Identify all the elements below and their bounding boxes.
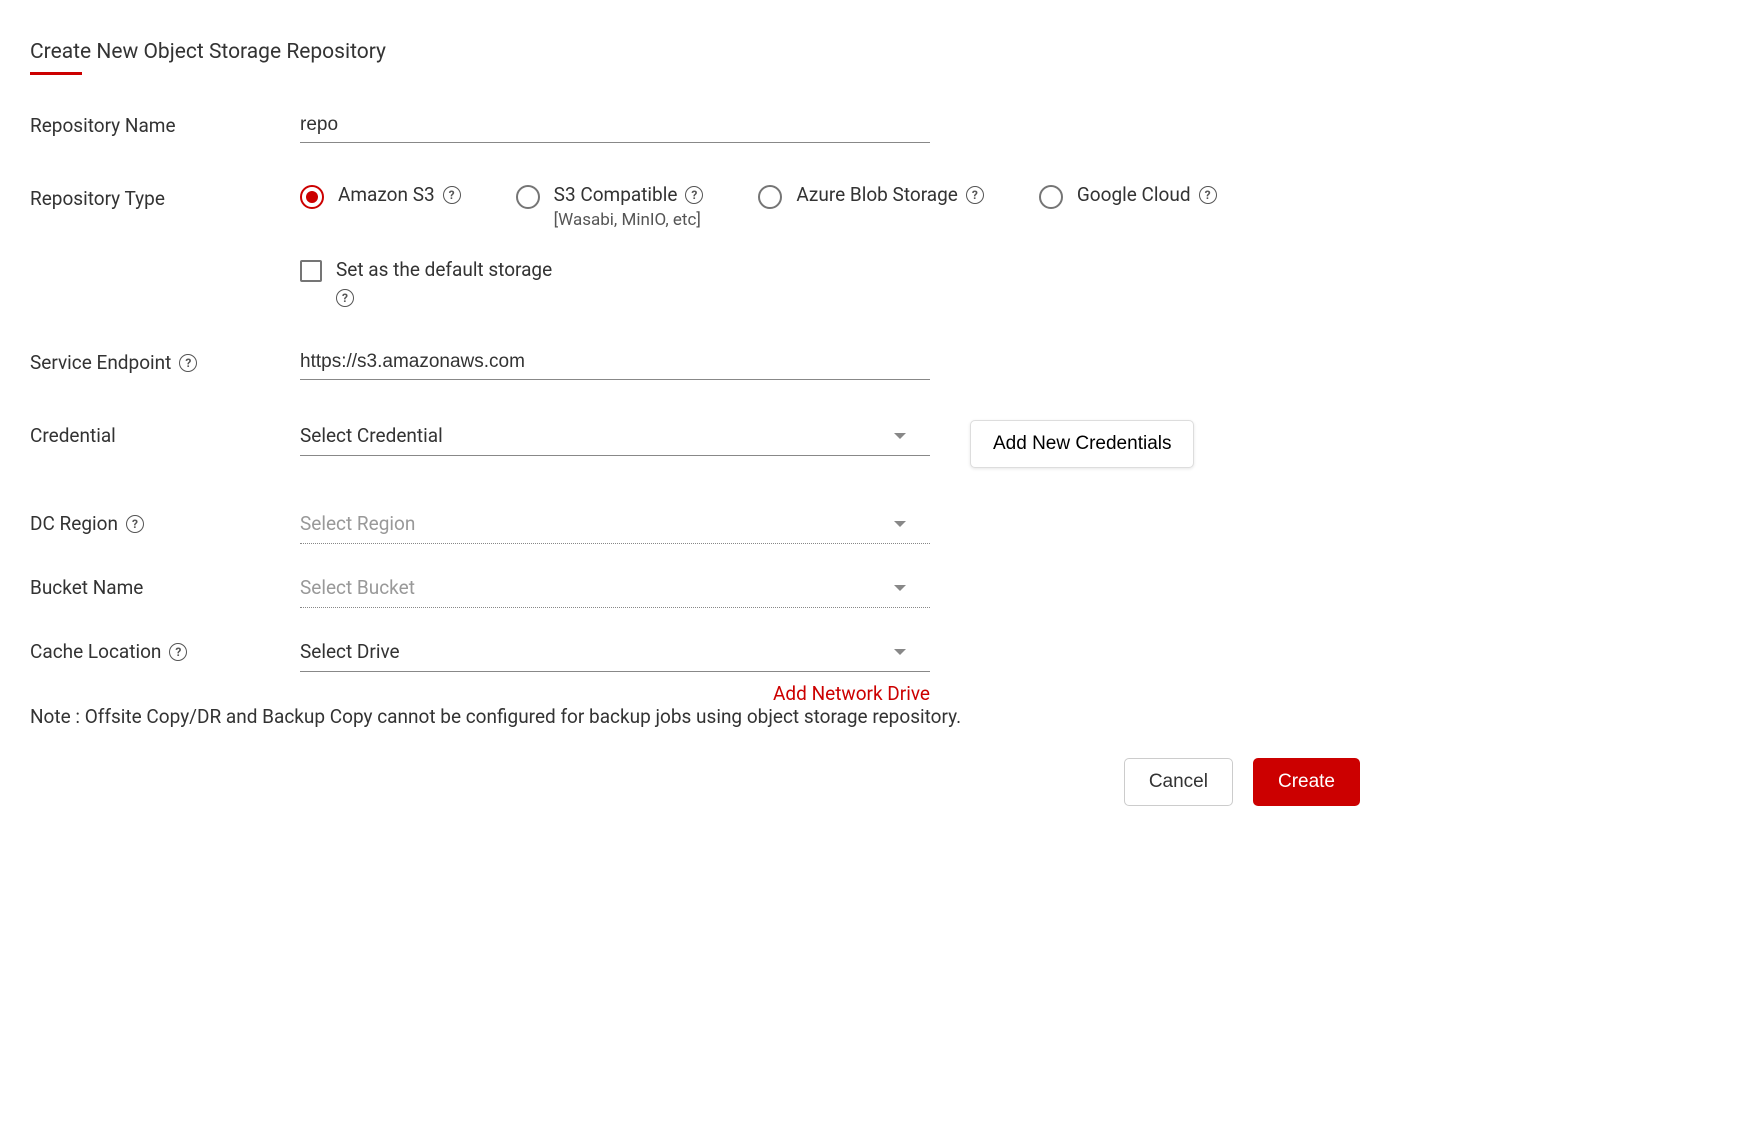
input-repository-name[interactable] [300,110,930,143]
note-text: Note : Offsite Copy/DR and Backup Copy c… [30,705,1360,728]
help-icon[interactable]: ? [443,186,461,204]
radio-group-repository-type: Amazon S3 ? S3 Compatible ? [Wasabi, Min… [300,183,1300,230]
row-dc-region: DC Region ? Select Region [30,508,1360,544]
dropdown-value-cache: Select Drive [300,640,400,663]
create-button[interactable]: Create [1253,758,1360,806]
radio-label-s3-compatible: S3 Compatible [554,183,678,206]
radio-google[interactable]: Google Cloud ? [1039,183,1217,230]
radio-sublabel-s3-compatible: [Wasabi, MinIO, etc] [554,210,704,230]
chevron-down-icon [894,433,906,439]
label-credential: Credential [30,420,300,447]
label-service-endpoint: Service Endpoint [30,351,171,374]
help-icon[interactable]: ? [336,289,354,307]
radio-s3-compatible[interactable]: S3 Compatible ? [Wasabi, MinIO, etc] [516,183,704,230]
chevron-down-icon [894,521,906,527]
title-underline [30,72,82,75]
help-icon[interactable]: ? [1199,186,1217,204]
radio-indicator [1039,185,1063,209]
row-credential: Credential Select Credential Add New Cre… [30,420,1360,468]
form-container: Repository Name Repository Type Amazon S… [30,110,1360,806]
radio-amazon-s3[interactable]: Amazon S3 ? [300,183,461,230]
radio-indicator [516,185,540,209]
label-dc-region: DC Region [30,512,118,535]
help-icon[interactable]: ? [169,643,187,661]
checkbox-default-storage[interactable] [300,260,322,282]
checkbox-label-default-storage: Set as the default storage [336,258,552,281]
dropdown-cache-location[interactable]: Select Drive [300,636,930,672]
row-repository-name: Repository Name [30,110,1360,143]
label-bucket-name: Bucket Name [30,572,300,599]
dropdown-value-dc-region: Select Region [300,512,415,535]
radio-indicator-selected [300,185,324,209]
page-title-container: Create New Object Storage Repository [30,40,386,75]
radio-label-amazon-s3: Amazon S3 [338,183,435,206]
checkbox-default-storage-row: Set as the default storage ? [300,258,1360,307]
label-cache-location: Cache Location [30,640,161,663]
chevron-down-icon [894,585,906,591]
dropdown-bucket[interactable]: Select Bucket [300,572,930,608]
row-repository-type: Repository Type Amazon S3 ? [30,183,1360,307]
help-icon[interactable]: ? [966,186,984,204]
help-icon[interactable]: ? [126,515,144,533]
radio-label-google: Google Cloud [1077,183,1191,206]
label-repository-type: Repository Type [30,183,300,210]
label-repository-name: Repository Name [30,110,300,137]
dropdown-credential[interactable]: Select Credential [300,420,930,456]
page-title: Create New Object Storage Repository [30,40,386,72]
add-network-drive-link[interactable]: Add Network Drive [300,682,930,705]
radio-azure[interactable]: Azure Blob Storage ? [758,183,983,230]
chevron-down-icon [894,649,906,655]
radio-indicator [758,185,782,209]
help-icon[interactable]: ? [179,354,197,372]
dropdown-value-credential: Select Credential [300,424,443,447]
input-service-endpoint[interactable] [300,347,930,380]
cancel-button[interactable]: Cancel [1124,758,1233,806]
dropdown-value-bucket: Select Bucket [300,576,415,599]
dropdown-dc-region[interactable]: Select Region [300,508,930,544]
radio-label-azure: Azure Blob Storage [796,183,957,206]
add-credentials-button[interactable]: Add New Credentials [970,420,1194,468]
row-service-endpoint: Service Endpoint ? [30,347,1360,380]
help-icon[interactable]: ? [685,186,703,204]
row-cache-location: Cache Location ? Select Drive Add Networ… [30,636,1360,705]
row-bucket-name: Bucket Name Select Bucket [30,572,1360,608]
footer-actions: Cancel Create [30,758,1360,806]
